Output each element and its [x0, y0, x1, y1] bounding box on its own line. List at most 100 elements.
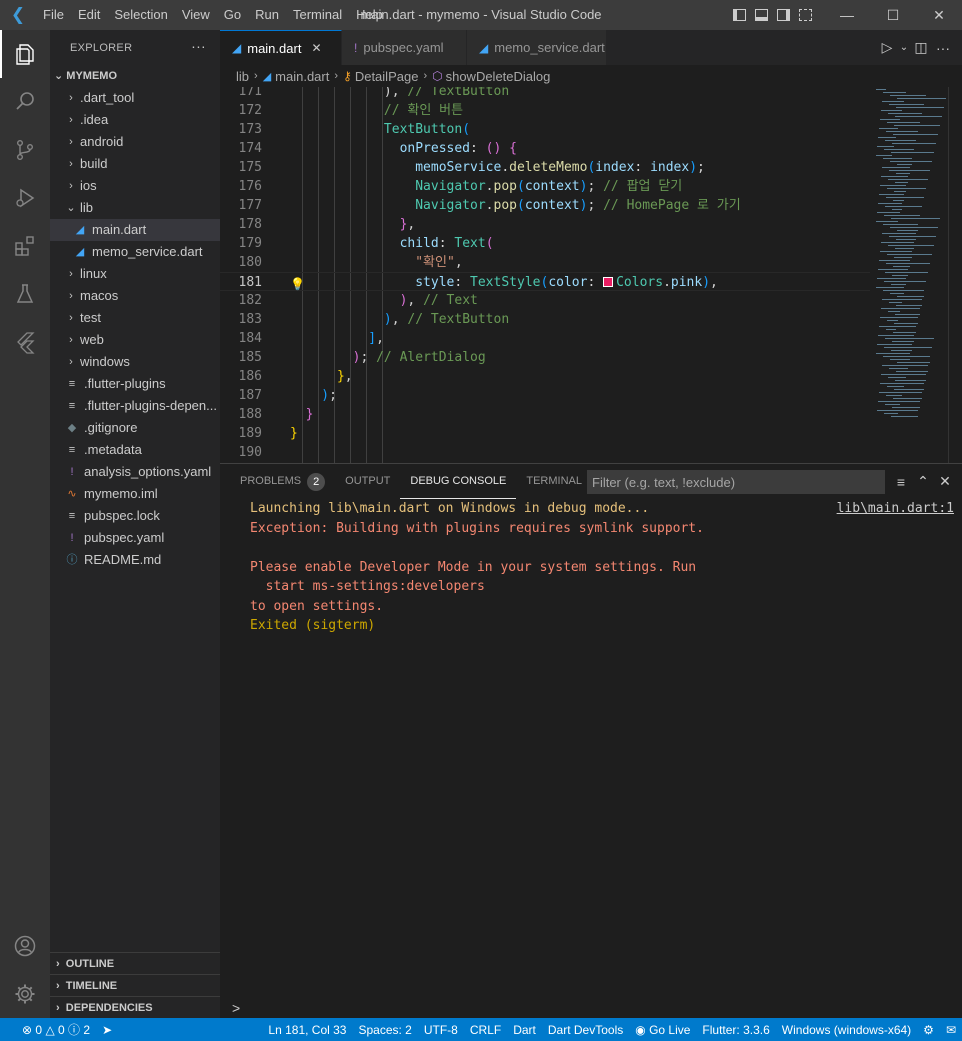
panel-tab-terminal[interactable]: TERMINAL — [516, 464, 592, 499]
source-control-icon[interactable] — [0, 126, 50, 174]
code-line[interactable]: 174 onPressed: () { — [220, 139, 870, 158]
dependencies-section[interactable]: › DEPENDENCIES — [50, 996, 220, 1018]
explorer-icon[interactable] — [0, 30, 50, 78]
problems-status[interactable]: ⊗ 0 △ 0 ⓘ 2 — [16, 1021, 96, 1038]
breadcrumb-lib[interactable]: lib — [236, 69, 249, 84]
flutter-icon[interactable] — [0, 318, 50, 366]
code-line[interactable]: 176 Navigator.pop(context); // 팝업 닫기 — [220, 177, 870, 196]
account-icon[interactable] — [0, 922, 50, 970]
close-panel-icon[interactable]: ✕ — [934, 473, 956, 490]
tree-item-lib[interactable]: ⌄ lib — [50, 197, 220, 219]
run-dropdown-icon[interactable]: ⌄ — [898, 42, 910, 53]
code-line[interactable]: 172 // 확인 버튼 — [220, 101, 870, 120]
tree-item-flutter-plugins[interactable]: ≡ .flutter-plugins — [50, 373, 220, 395]
maximize-button[interactable]: ☐ — [870, 0, 916, 30]
tree-item-linux[interactable]: › linux — [50, 263, 220, 285]
code-line[interactable]: 190 — [220, 443, 870, 462]
console-source-link[interactable]: lib\main.dart:1 — [837, 499, 954, 519]
close-window-button[interactable]: ✕ — [916, 0, 962, 30]
tree-item-android[interactable]: › android — [50, 131, 220, 153]
editor-scrollbar[interactable] — [948, 87, 962, 463]
menu-edit[interactable]: Edit — [71, 0, 107, 30]
code-line[interactable]: 175 memoService.deleteMemo(index: index)… — [220, 158, 870, 177]
toggle-sidebar-icon[interactable] — [728, 0, 750, 30]
outline-section[interactable]: › OUTLINE — [50, 952, 220, 974]
menu-terminal[interactable]: Terminal — [286, 0, 349, 30]
tree-item-dart-tool[interactable]: › .dart_tool — [50, 87, 220, 109]
code-line[interactable]: 171 ), // TextButton — [220, 87, 870, 101]
search-icon[interactable] — [0, 78, 50, 126]
panel-tab-debug-console[interactable]: DEBUG CONSOLE — [400, 464, 517, 499]
toggle-panel-icon[interactable] — [750, 0, 772, 30]
dart-devtools[interactable]: Dart DevTools — [542, 1023, 629, 1037]
clear-console-icon[interactable]: ≡ — [890, 474, 912, 490]
menu-file[interactable]: File — [36, 0, 71, 30]
language-mode[interactable]: Dart — [507, 1023, 542, 1037]
console-filter[interactable] — [587, 470, 885, 494]
code-line[interactable]: 179 child: Text( — [220, 234, 870, 253]
tree-item-build[interactable]: › build — [50, 153, 220, 175]
tree-item-pubspec-yaml[interactable]: ! pubspec.yaml — [50, 527, 220, 549]
tab-main-dart[interactable]: ◢ main.dart ✕ — [220, 30, 342, 65]
tree-item-mymemo-iml[interactable]: ∿ mymemo.iml — [50, 483, 220, 505]
code-line[interactable]: 184 ], — [220, 329, 870, 348]
toggle-secondary-sidebar-icon[interactable] — [772, 0, 794, 30]
code-line[interactable]: 178 }, — [220, 215, 870, 234]
feedback-icon[interactable]: ⚙ — [917, 1023, 940, 1037]
tab-memo-service-dart[interactable]: ◢memo_service.dart✕ — [467, 30, 607, 65]
console-filter-input[interactable] — [588, 471, 884, 493]
color-swatch[interactable] — [603, 277, 614, 287]
tree-item-windows[interactable]: › windows — [50, 351, 220, 373]
tree-item-ios[interactable]: › ios — [50, 175, 220, 197]
tree-item-main-dart[interactable]: ◢ main.dart — [50, 219, 220, 241]
code-line[interactable]: 183 ), // TextButton — [220, 310, 870, 329]
tree-item-gitignore[interactable]: ◆ .gitignore — [50, 417, 220, 439]
code-line[interactable]: 173 TextButton( — [220, 120, 870, 139]
tree-item-readme-md[interactable]: ⓘ README.md — [50, 549, 220, 571]
tree-item-memo-service-dart[interactable]: ◢ memo_service.dart — [50, 241, 220, 263]
testing-flask-icon[interactable] — [0, 270, 50, 318]
tree-item-web[interactable]: › web — [50, 329, 220, 351]
tab-pubspec-yaml[interactable]: !pubspec.yaml✕ — [342, 30, 467, 65]
minimap[interactable] — [868, 87, 948, 463]
close-icon[interactable]: ✕ — [311, 41, 321, 55]
customize-layout-icon[interactable] — [794, 0, 816, 30]
panel-tab-output[interactable]: OUTPUT — [335, 464, 400, 499]
editor-more-icon[interactable]: ··· — [932, 40, 954, 56]
code-line[interactable]: 180 "확인", — [220, 253, 870, 272]
timeline-section[interactable]: › TIMELINE — [50, 974, 220, 996]
tree-item-test[interactable]: › test — [50, 307, 220, 329]
tree-item-flutter-plugins-depen[interactable]: ≡ .flutter-plugins-depen... — [50, 395, 220, 417]
tree-item-pubspec-lock[interactable]: ≡ pubspec.lock — [50, 505, 220, 527]
breadcrumb-method[interactable]: showDeleteDialog — [446, 69, 551, 84]
code-line[interactable]: 185 ); // AlertDialog — [220, 348, 870, 367]
run-debug-icon[interactable] — [0, 174, 50, 222]
code-editor[interactable]: 171 ), // TextButton 172 // 확인 버튼 173 Text… — [220, 87, 962, 463]
notifications-bell-icon[interactable]: ✉ — [940, 1023, 962, 1037]
code-line[interactable]: 189} — [220, 424, 870, 443]
maximize-panel-icon[interactable]: ⌃ — [912, 473, 934, 490]
code-line[interactable]: 188 } — [220, 405, 870, 424]
menu-view[interactable]: View — [175, 0, 217, 30]
code-line[interactable]: 181 💡 style: TextStyle(color: Colors.pink… — [220, 272, 870, 291]
menu-run[interactable]: Run — [248, 0, 286, 30]
breadcrumb-file[interactable]: main.dart — [275, 69, 329, 84]
panel-tab-problems[interactable]: PROBLEMS 2 — [230, 464, 335, 499]
cursor-position[interactable]: Ln 181, Col 33 — [262, 1023, 352, 1037]
split-editor-icon[interactable]: ◫ — [910, 39, 932, 56]
tree-item-analysis-options-yaml[interactable]: ! analysis_options.yaml — [50, 461, 220, 483]
menu-selection[interactable]: Selection — [107, 0, 174, 30]
code-line[interactable]: 182 ), // Text — [220, 291, 870, 310]
code-line[interactable]: 187 ); — [220, 386, 870, 405]
more-actions-icon[interactable]: ··· — [191, 38, 206, 54]
workspace-root[interactable]: ⌄ MYMEMO — [50, 65, 220, 87]
tree-item-macos[interactable]: › macos — [50, 285, 220, 307]
tree-item-metadata[interactable]: ≡ .metadata — [50, 439, 220, 461]
encoding[interactable]: UTF-8 — [418, 1023, 464, 1037]
debug-status-icon[interactable]: ➤ — [96, 1023, 118, 1037]
console-prompt[interactable]: > — [232, 998, 240, 1018]
minimize-button[interactable]: — — [824, 0, 870, 30]
run-icon[interactable]: ▷ — [876, 39, 898, 56]
code-line[interactable]: 186 }, — [220, 367, 870, 386]
code-line[interactable]: 177 Navigator.pop(context); // HomePage … — [220, 196, 870, 215]
